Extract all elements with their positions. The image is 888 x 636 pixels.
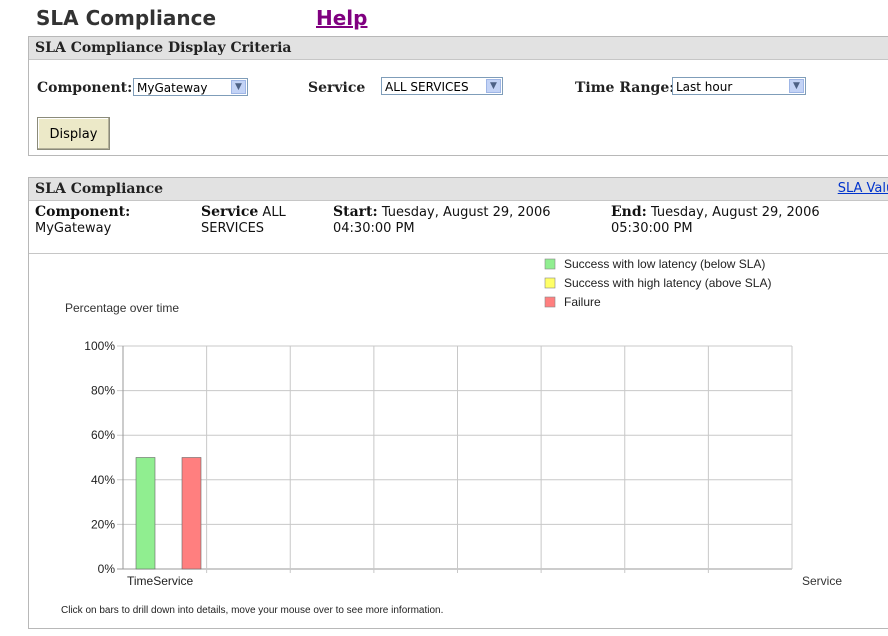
sla-values-link[interactable]: SLA Values [838, 178, 888, 200]
y-tick-label: 80% [91, 384, 115, 398]
chevron-down-icon[interactable]: ▼ [789, 79, 804, 93]
component-label: Component: [37, 80, 133, 96]
info-component: Component: MyGateway [35, 204, 185, 237]
display-criteria-panel: SLA Compliance Display Criteria Componen… [28, 36, 888, 156]
legend-label: Failure [564, 295, 601, 309]
info-component-value: MyGateway [35, 221, 112, 236]
time-range-select[interactable]: Last hour ▼ [672, 77, 806, 95]
y-tick-label: 40% [91, 473, 115, 487]
bar-1[interactable] [135, 457, 156, 570]
time-range-select-value: Last hour [676, 80, 733, 94]
x-tick-label: TimeService [127, 574, 194, 588]
compliance-heading-text: SLA Compliance [35, 181, 164, 197]
service-select-value: ALL SERVICES [385, 80, 469, 94]
legend-label: Success with high latency (above SLA) [564, 276, 771, 290]
sla-compliance-chart: Percentage over time 0% 20% 40% 60% 80% 100% Ti… [61, 257, 842, 616]
bar-3[interactable] [181, 457, 202, 570]
legend-swatch [544, 277, 556, 289]
info-start: Start: Tuesday, August 29, 2006 04:30:00… [333, 204, 593, 237]
legend-swatch [544, 258, 556, 270]
chevron-down-icon[interactable]: ▼ [231, 80, 246, 94]
x-axis-label: Service [802, 574, 842, 588]
criteria-heading: SLA Compliance Display Criteria [29, 37, 888, 60]
compliance-heading: SLA Compliance SLA Values [29, 178, 888, 201]
y-tick-label: 60% [91, 428, 115, 442]
info-start-label: Start: [333, 204, 378, 220]
chevron-down-icon[interactable]: ▼ [486, 79, 501, 93]
y-tick-label: 0% [98, 562, 116, 576]
service-select[interactable]: ALL SERVICES ▼ [381, 77, 503, 95]
info-service-label: Service [201, 204, 259, 220]
info-component-label: Component: [35, 204, 131, 220]
info-end-label: End: [611, 204, 647, 220]
y-tick-label: 20% [91, 517, 115, 531]
info-service: Service ALL SERVICES [201, 204, 321, 237]
component-select-value: MyGateway [137, 81, 208, 95]
legend-swatch [544, 296, 556, 308]
service-label: Service [308, 80, 366, 96]
legend-label: Success with low latency (below SLA) [564, 257, 765, 271]
page-title: SLA Compliance [36, 6, 217, 30]
chart-title: Percentage over time [65, 301, 179, 315]
info-end: End: Tuesday, August 29, 2006 05:30:00 P… [611, 204, 871, 237]
y-tick-label: 100% [84, 339, 115, 353]
sla-compliance-panel: SLA Compliance SLA Values Component: MyG… [28, 177, 888, 629]
display-button[interactable]: Display [37, 117, 110, 150]
report-info-row: Component: MyGateway Service ALL SERVICE… [29, 201, 888, 254]
help-link[interactable]: Help [316, 6, 367, 30]
footer-note: Click on bars to drill down into details… [61, 605, 443, 616]
time-range-label: Time Range: [575, 80, 675, 96]
component-select[interactable]: MyGateway ▼ [133, 78, 248, 96]
